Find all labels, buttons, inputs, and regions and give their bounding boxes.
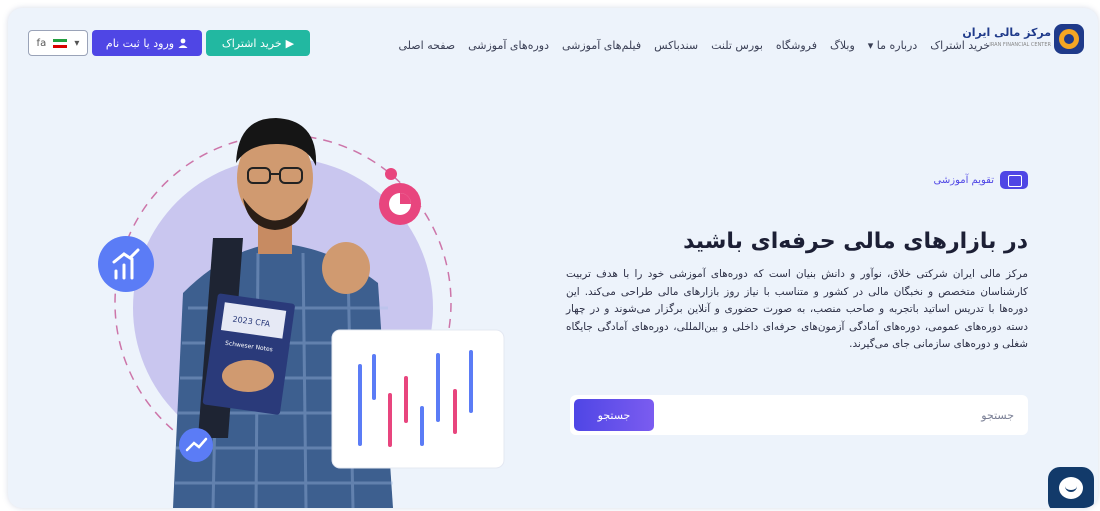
hero-description: مرکز مالی ایران شرکتی خلاق، نوآور و دانش… bbox=[566, 268, 1028, 350]
search-button[interactable]: جستجو bbox=[574, 399, 654, 431]
language-code: fa bbox=[36, 37, 47, 49]
nav-item-courses[interactable]: دوره‌های آموزشی bbox=[468, 39, 549, 52]
brand-logo[interactable]: مرکز مالی ایران IRAN FINANCIAL CENTER bbox=[962, 22, 1084, 56]
search-box: جستجو bbox=[570, 395, 1028, 435]
login-register-label: ورود یا ثبت نام bbox=[105, 36, 175, 50]
buy-subscription-label: خرید اشتراک bbox=[221, 36, 282, 50]
nav-item-blog[interactable]: وبلاگ bbox=[830, 39, 855, 52]
chat-support-button[interactable] bbox=[1048, 467, 1094, 508]
buy-subscription-button[interactable]: ▶ خرید اشتراک bbox=[206, 30, 310, 56]
calendar-icon bbox=[1000, 171, 1028, 189]
main-nav: صفحه اصلی دوره‌های آموزشی فیلم‌های آموزش… bbox=[399, 39, 991, 52]
play-icon: ▶ bbox=[285, 36, 295, 50]
language-selector[interactable]: fa ▾ bbox=[28, 30, 88, 56]
hero-title: در بازارهای مالی حرفه‌ای باشید bbox=[683, 229, 1028, 254]
education-calendar-label: تقویم آموزشی bbox=[933, 174, 994, 186]
nav-item-about[interactable]: درباره ما ▾ bbox=[868, 39, 917, 52]
iran-flag-icon bbox=[53, 38, 68, 48]
page-frame: مرکز مالی ایران IRAN FINANCIAL CENTER صف… bbox=[8, 8, 1098, 508]
user-icon bbox=[178, 38, 188, 48]
decorative-dot bbox=[385, 168, 397, 180]
nav-item-home[interactable]: صفحه اصلی bbox=[399, 39, 456, 52]
nav-item-subscription[interactable]: خرید اشتراک bbox=[930, 39, 990, 52]
brand-name: مرکز مالی ایران bbox=[962, 26, 1051, 39]
search-input[interactable] bbox=[654, 405, 1014, 425]
candlestick-card bbox=[331, 329, 505, 469]
brand-tagline: IRAN FINANCIAL CENTER bbox=[989, 42, 1051, 48]
bar-chart-icon bbox=[98, 236, 154, 292]
nav-item-sandbox[interactable]: سندباکس bbox=[654, 39, 698, 52]
login-register-button[interactable]: ورود یا ثبت نام bbox=[92, 30, 202, 56]
nav-item-shop[interactable]: فروشگاه bbox=[776, 39, 817, 52]
education-calendar-link[interactable]: تقویم آموزشی bbox=[934, 171, 1028, 189]
nav-item-bourse-talent[interactable]: بورس تلنت bbox=[711, 39, 763, 52]
chevron-down-icon: ▾ bbox=[74, 37, 80, 49]
nav-item-videos[interactable]: فیلم‌های آموزشی bbox=[562, 39, 641, 52]
logo-icon bbox=[1054, 24, 1084, 54]
site-header: مرکز مالی ایران IRAN FINANCIAL CENTER صف… bbox=[8, 8, 1098, 70]
hero-illustration: 2023 CFA Schweser Notes bbox=[98, 118, 505, 508]
